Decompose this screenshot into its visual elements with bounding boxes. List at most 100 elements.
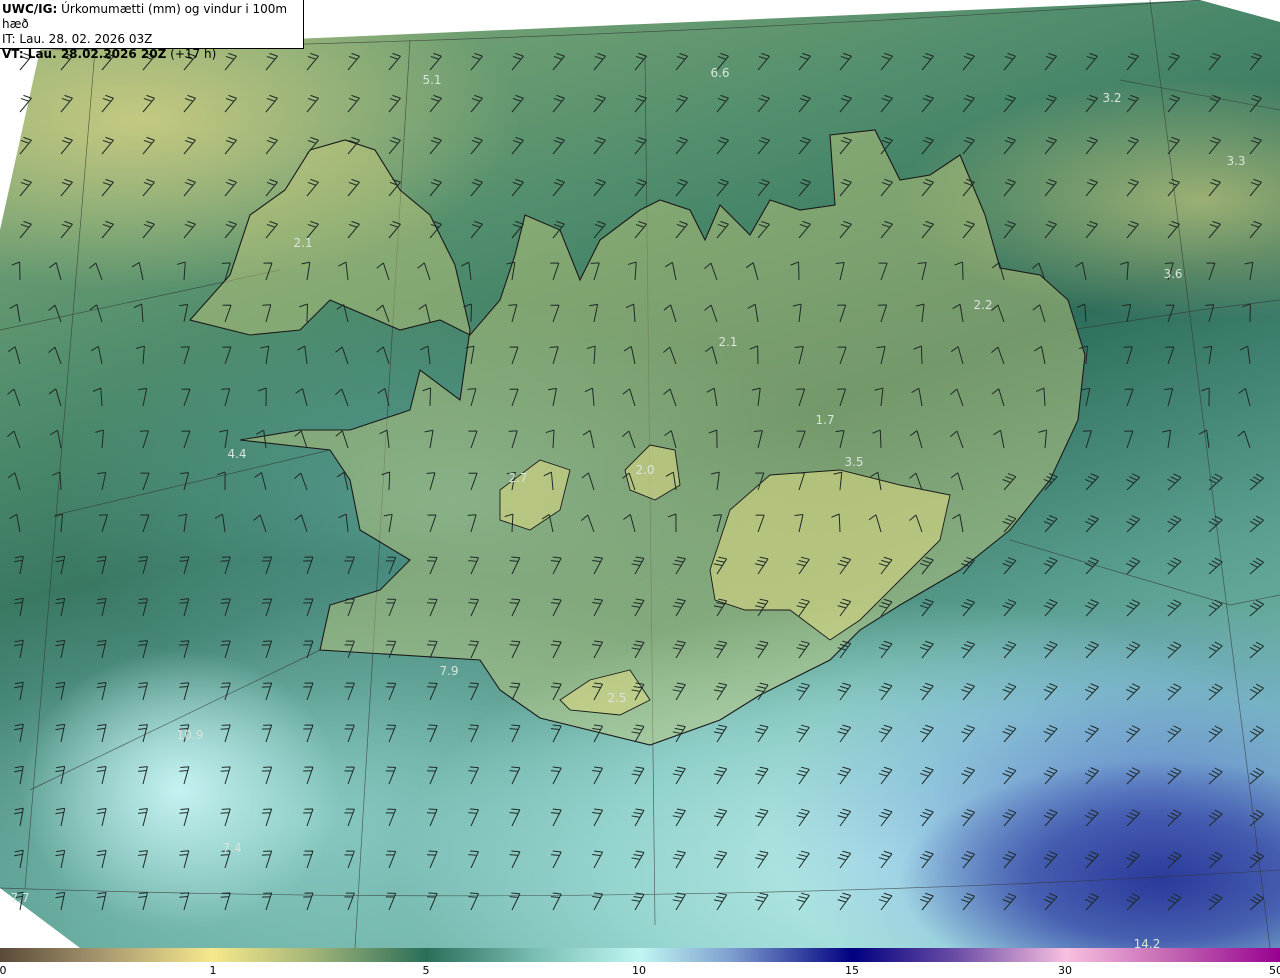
wind-barb [713, 808, 728, 827]
wind-barb [429, 94, 442, 113]
wind-barb [1084, 473, 1099, 491]
wind-barb [265, 94, 278, 113]
wind-barb [181, 388, 191, 407]
wind-barb [7, 430, 21, 449]
wind-barb [672, 892, 686, 911]
wind-barb [634, 94, 647, 113]
wind-barb [1122, 303, 1132, 323]
wind-barb [427, 766, 438, 785]
wind-barb [1249, 641, 1264, 659]
wind-barb [55, 807, 66, 827]
wind-barb [48, 262, 62, 281]
wind-barb [634, 178, 647, 197]
wind-barb [55, 849, 66, 869]
wind-barb [1164, 388, 1174, 407]
wind-barb [224, 178, 237, 197]
wind-barb [1239, 345, 1251, 365]
wind-barb [592, 808, 604, 827]
wind-barb [1167, 220, 1180, 239]
wind-barb [216, 471, 226, 491]
wind-barb [1126, 809, 1141, 827]
wind-barb [1208, 683, 1223, 701]
wind-barb [1249, 599, 1264, 617]
wind-barb [675, 52, 688, 71]
wind-barb [713, 850, 728, 869]
wind-barb [1003, 52, 1016, 71]
wind-barb [89, 262, 103, 281]
wind-barb [1167, 767, 1182, 785]
wind-barb [919, 682, 934, 701]
wind-barb [798, 94, 811, 113]
wind-barb [1126, 473, 1141, 491]
wind-barb [634, 136, 647, 155]
wind-barb [60, 94, 73, 113]
wind-barb [221, 388, 231, 407]
wind-barb [511, 136, 524, 155]
wind-barb [388, 94, 401, 113]
wind-barb [1126, 641, 1141, 659]
wind-barb [961, 892, 976, 911]
wind-barb [135, 345, 145, 365]
wind-barb [1167, 725, 1182, 743]
wind-barb [1126, 767, 1141, 785]
wind-barb [14, 597, 24, 617]
wind-barb [919, 808, 934, 827]
wind-barb [631, 892, 645, 911]
wind-barb [96, 682, 107, 701]
initial-time: IT: Lau. 28. 02. 2026 03Z [2, 32, 153, 46]
wind-barb [48, 346, 62, 365]
colorbar-tick: 10 [632, 964, 646, 977]
wind-barb [1198, 429, 1210, 449]
wind-barb [1208, 557, 1223, 575]
wind-barb [675, 136, 688, 155]
wind-barb [19, 136, 32, 155]
wind-barb [138, 766, 148, 785]
wind-barb [224, 94, 237, 113]
colorbar-tick: 30 [1058, 964, 1072, 977]
wind-barb [757, 94, 770, 113]
wind-barb [14, 849, 24, 869]
wind-barb [1208, 641, 1223, 659]
wind-barb [468, 808, 479, 827]
wind-barb [220, 808, 231, 827]
wind-barb [1043, 809, 1058, 827]
wind-barb [1201, 387, 1210, 407]
wind-barb [138, 598, 148, 617]
wind-barb [1167, 893, 1182, 911]
wind-barb [55, 555, 66, 575]
wind-barb [1167, 683, 1182, 701]
wind-barb [303, 766, 314, 785]
wind-barb [511, 178, 524, 197]
wind-barb [303, 598, 314, 617]
wind-barb [593, 94, 606, 113]
value-label: 1.7 [815, 413, 835, 427]
wind-barb [1002, 851, 1017, 869]
value-label: 3.2 [1102, 91, 1122, 105]
wind-barb [260, 345, 270, 365]
wind-barb [220, 598, 231, 617]
wind-barb [306, 94, 319, 113]
wind-barb [1085, 52, 1098, 71]
wind-barb [1044, 52, 1057, 71]
wind-barb [183, 136, 196, 155]
wind-barb [468, 682, 479, 701]
wind-barb [1002, 893, 1017, 911]
wind-barb [672, 766, 686, 785]
wind-barb [713, 766, 728, 785]
wind-barb [1043, 515, 1058, 533]
wind-barb [385, 682, 397, 701]
wind-barb [1043, 767, 1058, 785]
wind-barb [96, 892, 107, 911]
wind-barb [1126, 893, 1141, 911]
wind-barb [961, 850, 976, 869]
value-label: 5.1 [422, 73, 442, 87]
wind-barb [138, 850, 148, 869]
wind-barb [9, 303, 21, 323]
wind-barb [1165, 304, 1175, 323]
wind-barb [552, 136, 565, 155]
wind-barb [220, 682, 231, 701]
wind-barb [1084, 851, 1099, 869]
colorbar-tick: 1 [209, 964, 217, 977]
wind-barb [261, 808, 273, 827]
value-label: 3.6 [1163, 267, 1183, 281]
